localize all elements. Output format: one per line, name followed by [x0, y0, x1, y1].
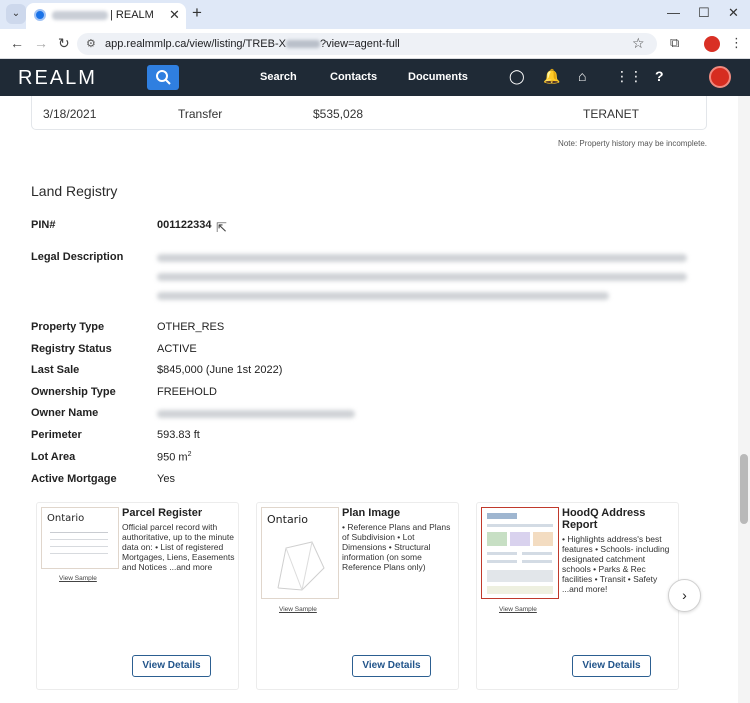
lot-area-value: 950 m2	[157, 451, 192, 464]
maximize-icon[interactable]: ☐	[698, 5, 710, 21]
history-row: 3/18/2021 Transfer $535,028 TERANET	[31, 96, 707, 130]
hoodq-report-card: View Sample HoodQ Address Report • Highl…	[476, 502, 679, 690]
nav-contacts[interactable]: Contacts	[330, 71, 377, 83]
pin-label: PIN#	[31, 219, 56, 231]
active-mortgage-value: Yes	[157, 473, 175, 485]
realm-logo[interactable]: REALM	[18, 67, 97, 90]
tab-title-redacted	[52, 11, 108, 20]
ontario-logo: Ontario	[267, 513, 308, 526]
last-sale-label: Last Sale	[31, 364, 80, 376]
new-tab-button[interactable]: +	[192, 4, 202, 22]
parcel-register-card: Ontario View Sample Parcel Register Offi…	[36, 502, 239, 690]
card-description: • Reference Plans and Plans of Subdivisi…	[342, 522, 451, 572]
browser-menu-icon[interactable]: ⋮	[730, 35, 743, 51]
site-info-icon[interactable]: ⚙	[86, 37, 96, 50]
registry-status-label: Registry Status	[31, 343, 112, 355]
mouse-cursor-icon: ⇱	[216, 220, 227, 235]
property-type-label: Property Type	[31, 321, 105, 333]
card-title: Parcel Register	[122, 507, 203, 519]
tab-close-icon[interactable]: ✕	[169, 7, 180, 23]
parcel-register-thumbnail[interactable]: Ontario	[41, 507, 119, 569]
perimeter-value: 593.83 ft	[157, 429, 200, 441]
view-details-button[interactable]: View Details	[132, 655, 211, 677]
registry-status-value: ACTIVE	[157, 343, 197, 355]
page-scrollbar[interactable]	[738, 96, 750, 703]
legal-description-label: Legal Description	[31, 251, 124, 263]
ontario-logo: Ontario	[47, 513, 85, 524]
history-note: Note: Property history may be incomplete…	[558, 139, 707, 148]
address-bar[interactable]: ⚙ app.realmmlp.ca/view/listing/TREB-X ?vi…	[77, 33, 657, 55]
search-icon	[156, 70, 171, 85]
site-favicon-icon	[34, 9, 46, 21]
legal-description-redacted	[157, 292, 609, 300]
tab-title: | REALM	[110, 9, 154, 21]
last-sale-value: $845,000 (June 1st 2022)	[157, 364, 283, 376]
back-icon[interactable]: ←	[10, 35, 24, 51]
url-text: app.realmmlp.ca/view/listing/TREB-X ?view…	[105, 38, 400, 50]
view-sample-link[interactable]: View Sample	[499, 606, 537, 613]
document-preview	[50, 532, 108, 562]
reload-icon[interactable]: ↻	[58, 35, 70, 52]
card-description: Official parcel record with authoritativ…	[122, 522, 235, 572]
minimize-icon[interactable]: —	[667, 5, 680, 20]
chat-icon[interactable]: ◯	[509, 68, 525, 85]
nav-search[interactable]: Search	[260, 71, 297, 83]
window-close-icon[interactable]: ✕	[728, 5, 739, 21]
view-details-button[interactable]: View Details	[352, 655, 431, 677]
card-title: HoodQ Address Report	[562, 507, 646, 531]
home-icon[interactable]: ⌂	[578, 68, 586, 84]
history-price: $535,028	[313, 107, 364, 121]
tab-search-icon[interactable]: ⌄	[6, 4, 26, 24]
perimeter-label: Perimeter	[31, 429, 82, 441]
lot-area-label: Lot Area	[31, 451, 76, 463]
apps-grid-icon[interactable]: ⋮⋮	[615, 68, 643, 85]
pin-value: 001122334	[157, 219, 212, 231]
bell-icon[interactable]: 🔔	[543, 68, 560, 85]
property-type-value: OTHER_RES	[157, 321, 225, 333]
active-mortgage-label: Active Mortgage	[31, 473, 117, 485]
profile-avatar-icon[interactable]	[704, 36, 720, 52]
bookmark-star-icon[interactable]: ☆	[632, 35, 645, 52]
history-source: TERANET	[583, 107, 640, 121]
section-title: Land Registry	[31, 183, 118, 199]
forward-icon[interactable]: →	[34, 35, 48, 51]
ownership-type-label: Ownership Type	[31, 386, 116, 398]
view-sample-link[interactable]: View Sample	[59, 575, 97, 582]
browser-toolbar: ← → ↻ ⚙ app.realmmlp.ca/view/listing/TRE…	[0, 29, 750, 59]
view-sample-link[interactable]: View Sample	[279, 606, 317, 613]
plan-image-card: Ontario View Sample Plan Image • Referen…	[256, 502, 459, 690]
owner-name-label: Owner Name	[31, 407, 99, 419]
search-button[interactable]	[147, 65, 179, 90]
nav-documents[interactable]: Documents	[408, 71, 468, 83]
plan-image-thumbnail[interactable]: Ontario	[261, 507, 339, 599]
legal-description-redacted	[157, 273, 687, 281]
user-avatar[interactable]	[709, 66, 731, 88]
owner-name-redacted	[157, 410, 355, 418]
hoodq-report-thumbnail[interactable]	[481, 507, 559, 599]
extensions-icon[interactable]: ⧉	[670, 35, 679, 51]
plan-sketch-icon	[277, 541, 325, 591]
legal-description-redacted	[157, 254, 687, 262]
history-date: 3/18/2021	[43, 107, 97, 121]
history-event: Transfer	[178, 107, 223, 121]
card-title: Plan Image	[342, 507, 401, 519]
scrollbar-thumb[interactable]	[740, 454, 748, 524]
carousel-next-icon[interactable]: ›	[668, 579, 701, 612]
help-icon[interactable]: ?	[655, 68, 664, 84]
ownership-type-value: FREEHOLD	[157, 386, 217, 398]
browser-tab-bar: ⌄ | REALM ✕ + — ☐ ✕	[0, 0, 750, 29]
view-details-button[interactable]: View Details	[572, 655, 651, 677]
site-header: REALM Search Contacts Documents ◯ 🔔 ⌂ ⋮⋮…	[0, 59, 750, 96]
listing-content: 3/18/2021 Transfer $535,028 TERANET Note…	[0, 96, 738, 703]
browser-tab[interactable]: | REALM ✕	[26, 3, 186, 29]
card-description: • Highlights address's best features • S…	[562, 534, 670, 594]
